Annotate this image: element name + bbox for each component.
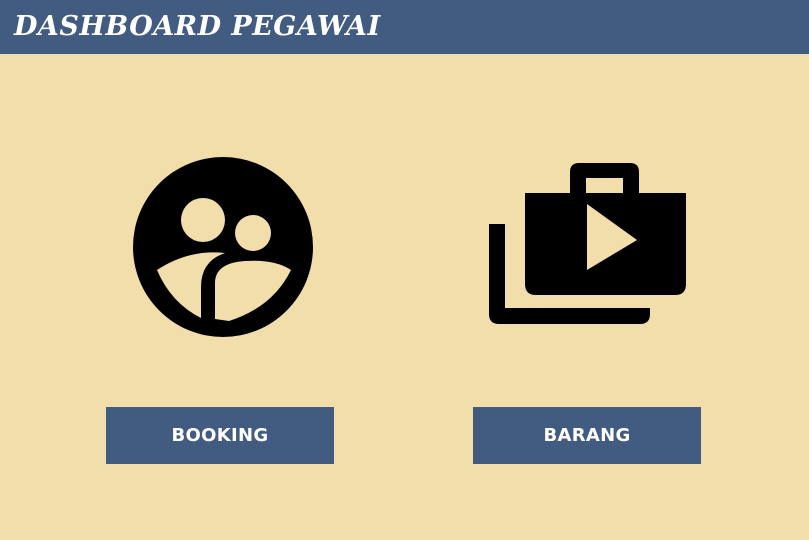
work-history-icon[interactable] (487, 162, 687, 327)
app-header: DASHBOARD PEGAWAI (0, 0, 809, 54)
barang-button[interactable]: BARANG (473, 407, 701, 464)
booking-button[interactable]: BOOKING (106, 407, 334, 464)
page-title: DASHBOARD PEGAWAI (14, 11, 381, 42)
group-circle-icon[interactable] (133, 157, 313, 337)
